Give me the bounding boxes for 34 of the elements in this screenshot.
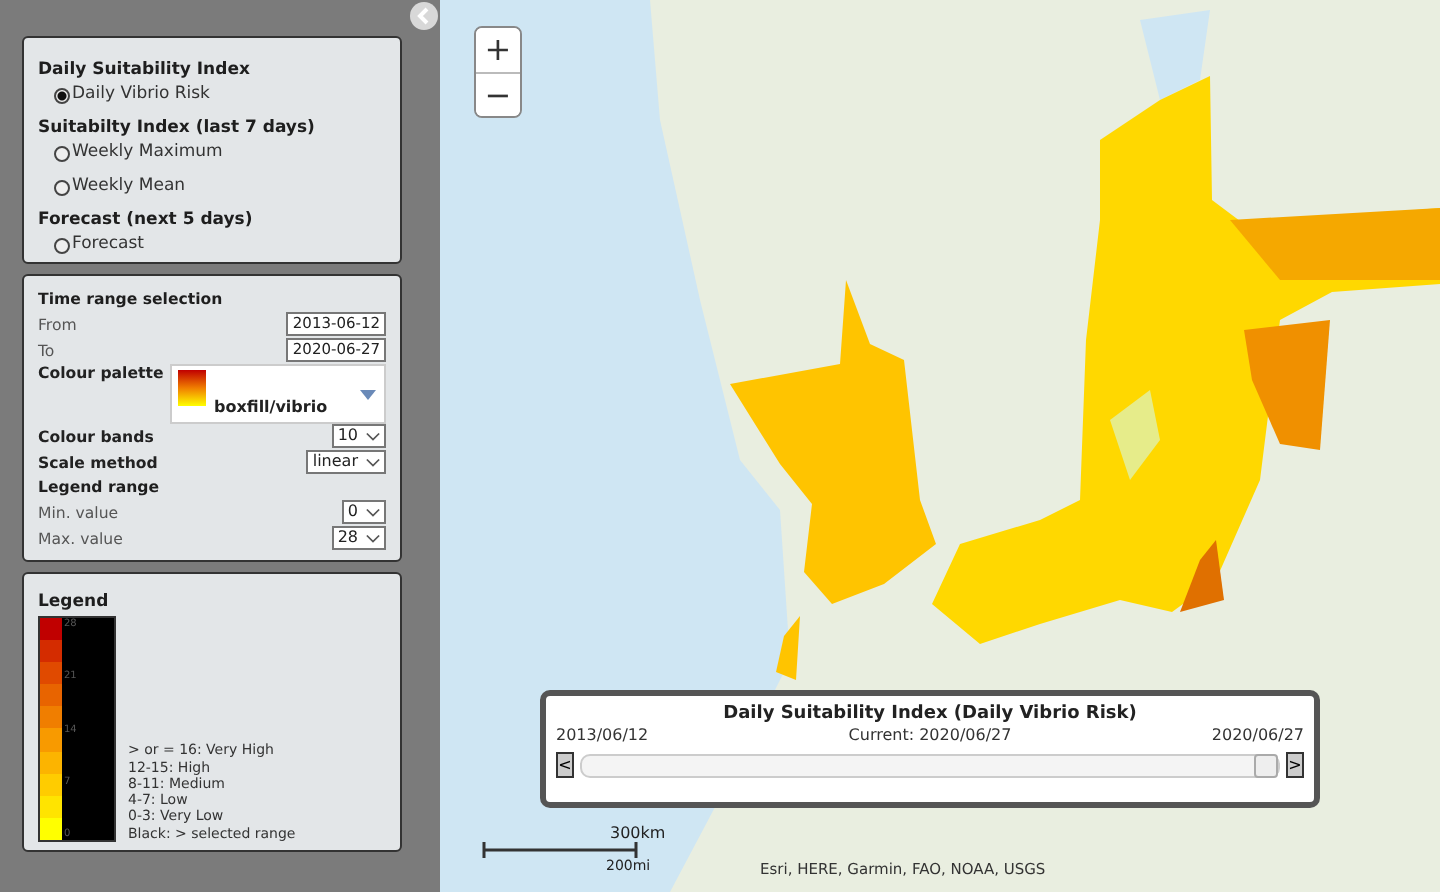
palette-dropdown[interactable]: boxfill/vibrio — [170, 364, 386, 424]
radio-option[interactable]: Weekly Mean — [54, 174, 386, 200]
select-dropdown[interactable]: linear — [306, 450, 386, 474]
palette-swatch-icon — [178, 370, 206, 406]
caret-icon — [366, 507, 380, 517]
select-dropdown[interactable]: 28 — [331, 526, 386, 550]
caret-icon — [360, 390, 376, 400]
collapse-icon[interactable] — [410, 2, 438, 30]
select-dropdown[interactable]: 10 — [331, 424, 386, 448]
group-heading: Suitabilty Index (last 7 days) — [38, 116, 317, 140]
radio-option[interactable]: Forecast — [54, 232, 386, 258]
radio-icon[interactable] — [54, 237, 70, 253]
radio-icon[interactable] — [54, 145, 70, 161]
radio-icon[interactable] — [54, 179, 70, 195]
start-date: 2013/06/12 — [556, 726, 649, 746]
radio-icon[interactable] — [54, 87, 70, 103]
group-heading: Daily Suitability Index — [38, 58, 252, 82]
time-slider[interactable] — [580, 753, 1280, 777]
scale-label: 300km — [610, 824, 666, 842]
next-button[interactable]: > — [1286, 752, 1304, 778]
radio-option[interactable]: Weekly Maximum — [54, 140, 386, 166]
select-dropdown[interactable]: 0 — [341, 500, 386, 524]
timeline-title: Daily Suitability Index (Daily Vibrio Risk) — [721, 704, 1139, 726]
end-date: 2020/06/27 — [1211, 726, 1304, 746]
zoom-out-button[interactable]: − — [476, 72, 520, 116]
caret-icon — [366, 533, 380, 543]
slider-thumb[interactable] — [1254, 753, 1278, 777]
previous-button[interactable]: < — [556, 752, 574, 778]
caret-icon — [366, 457, 380, 467]
current-date: Current: 2020/06/27 — [848, 726, 1012, 746]
legend-title: Legend — [38, 590, 111, 614]
radio-option[interactable]: Daily Vibrio Risk — [54, 82, 386, 108]
group-heading: Forecast (next 5 days) — [38, 208, 255, 232]
caret-icon — [366, 431, 380, 441]
